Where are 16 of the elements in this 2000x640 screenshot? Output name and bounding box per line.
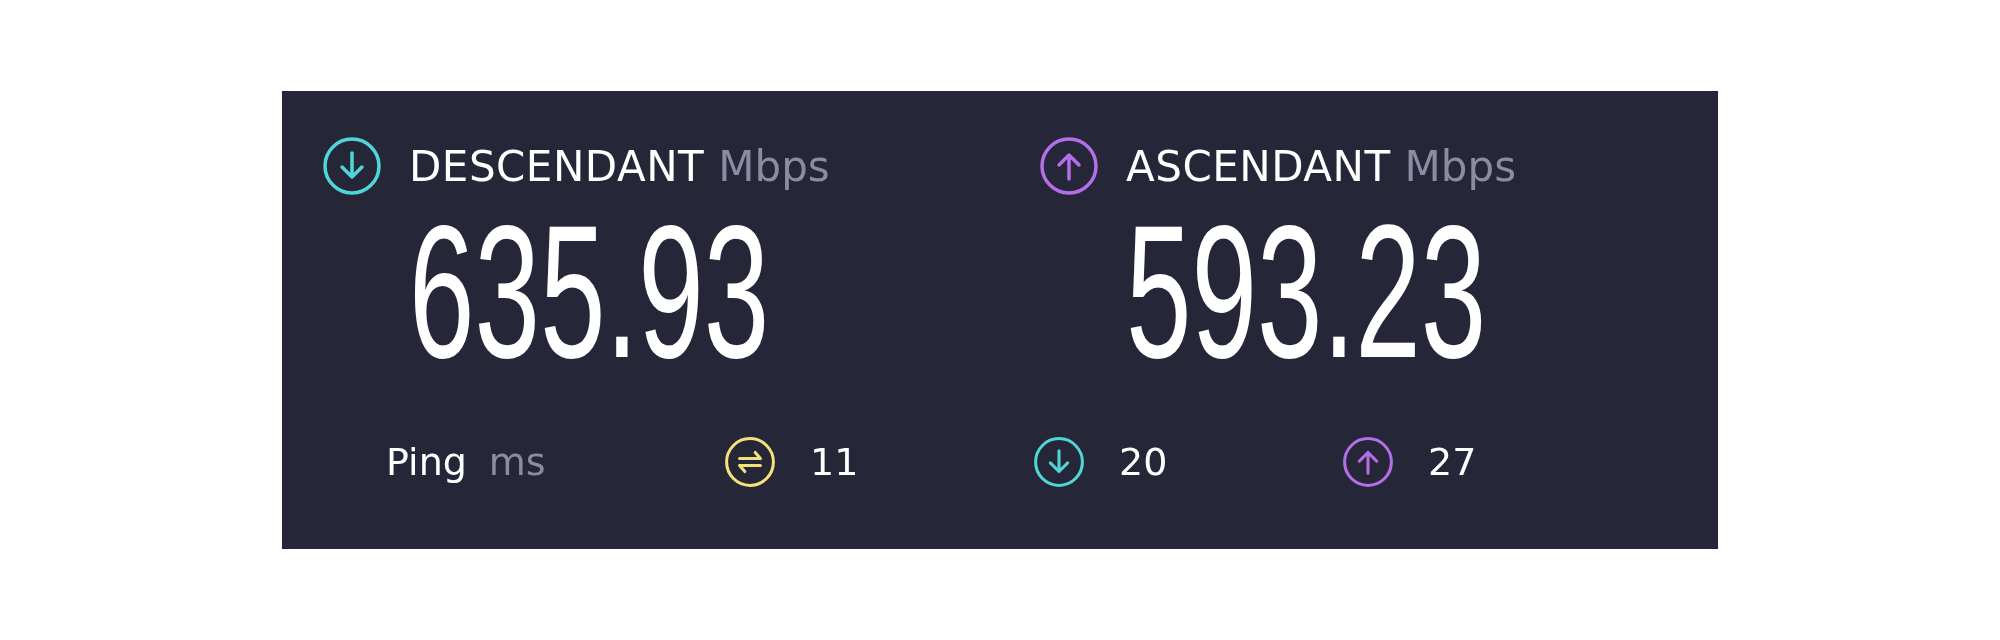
ping-icon <box>724 436 776 488</box>
speed-label: ASCENDANT <box>1126 141 1391 191</box>
download-icon <box>322 136 382 196</box>
unit-label: Mbps <box>718 141 830 191</box>
unit-label: ms <box>488 440 546 484</box>
speed-label: DESCENDANT <box>409 141 705 191</box>
download-icon <box>1033 436 1085 488</box>
speed-value: 635.93 <box>409 196 770 386</box>
ping-label: Ping <box>386 440 467 484</box>
upload-icon <box>1039 136 1099 196</box>
upload-icon <box>1342 436 1394 488</box>
ping-value: 27 <box>1428 440 1477 484</box>
ping-value: 11 <box>810 440 859 484</box>
speed-value: 593.23 <box>1126 196 1487 386</box>
ping-value: 20 <box>1119 440 1168 484</box>
unit-label: Mbps <box>1404 141 1517 191</box>
